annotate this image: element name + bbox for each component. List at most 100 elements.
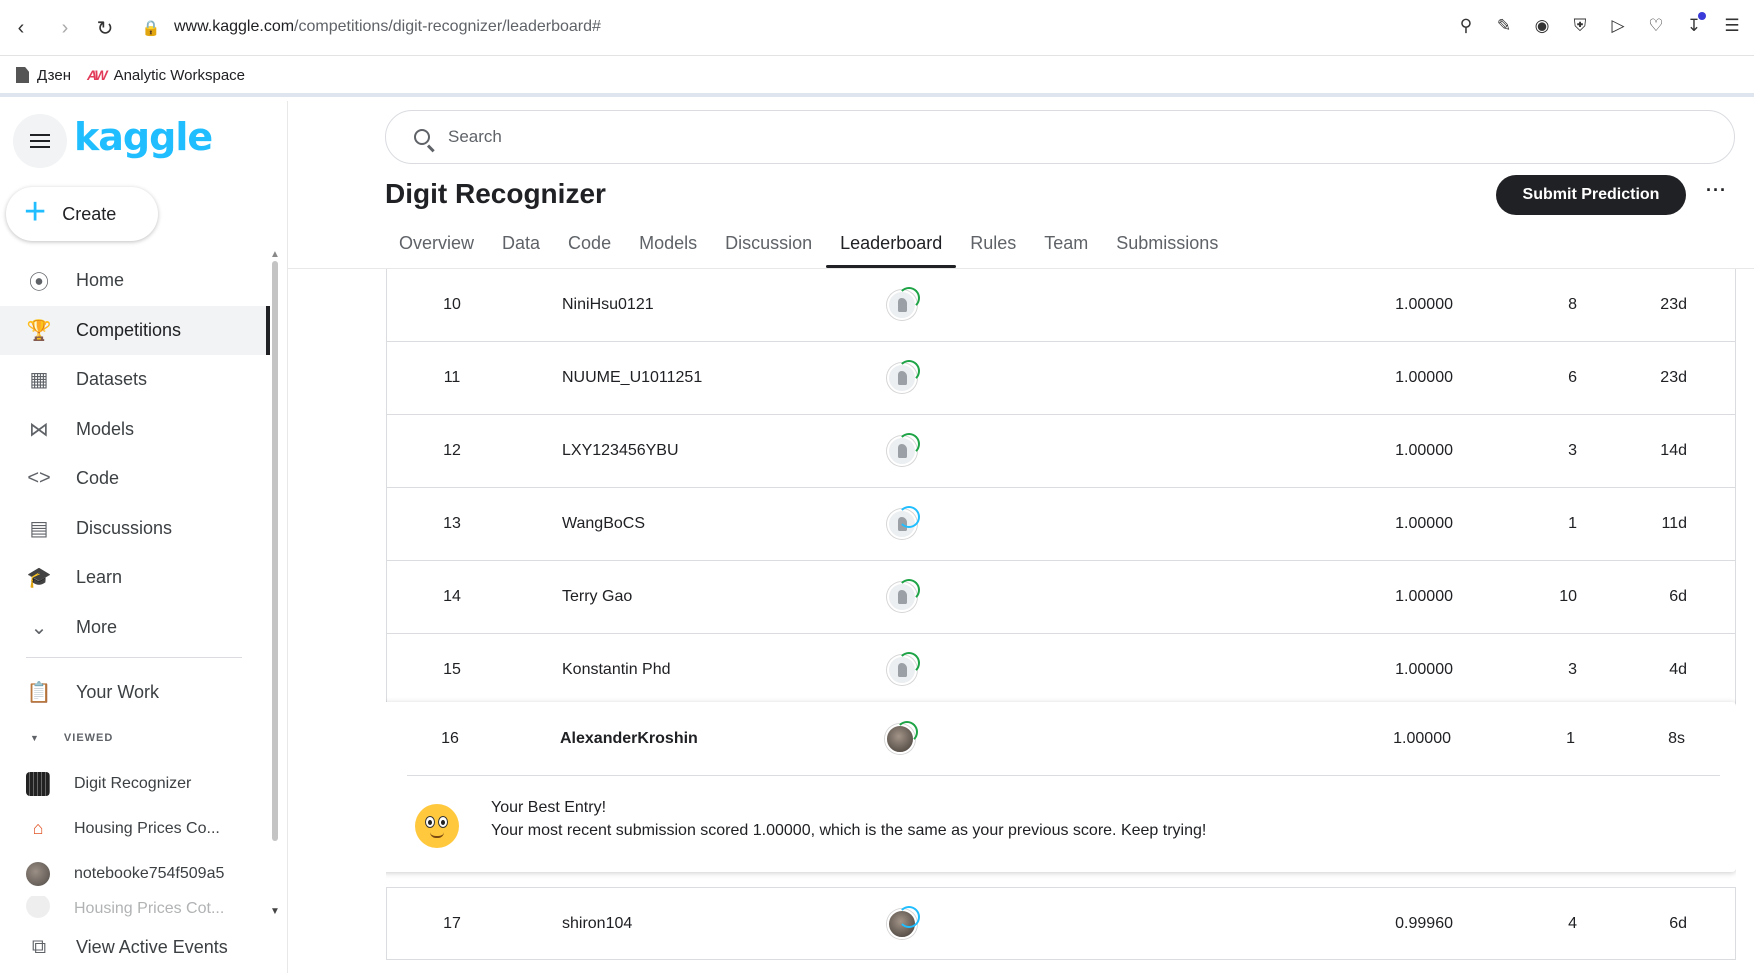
tab-submissions[interactable]: Submissions <box>1102 226 1232 268</box>
scroll-down-icon[interactable]: ▼ <box>270 906 280 917</box>
sidebar-item-more[interactable]: ⌄ More <box>0 603 270 653</box>
camera-icon[interactable]: ◉ <box>1530 14 1554 38</box>
viewed-section-toggle[interactable]: ▼ VIEWED <box>30 732 113 744</box>
score-cell: 1.00000 <box>1395 588 1453 605</box>
divider <box>407 775 1720 776</box>
entries-cell: 8 <box>1568 296 1577 313</box>
sidebar-item-learn[interactable]: 🎓 Learn <box>0 553 270 603</box>
avatar <box>26 896 50 918</box>
viewed-item[interactable]: Housing Prices Cot... <box>0 896 270 918</box>
rank-cell: 15 <box>443 661 461 678</box>
trophy-icon: 🏆 <box>26 319 52 342</box>
viewed-item[interactable]: ⌂ Housing Prices Co... <box>0 806 270 851</box>
download-icon[interactable]: ↧ <box>1682 12 1706 38</box>
avatar[interactable] <box>887 360 920 393</box>
tab-code[interactable]: Code <box>554 226 625 268</box>
sidebar-item-competitions[interactable]: 🏆 Competitions <box>0 305 270 355</box>
avatar[interactable] <box>887 506 920 539</box>
table-row[interactable]: 10 NiniHsu0121 1.00000 8 23d <box>386 269 1736 342</box>
page-title: Digit Recognizer <box>385 178 606 209</box>
tab-models[interactable]: Models <box>625 226 711 268</box>
table-row[interactable]: 11 NUUME_U1011251 1.00000 6 23d <box>386 342 1736 415</box>
view-active-events-button[interactable]: ⧉ View Active Events <box>0 922 270 972</box>
avatar[interactable] <box>887 905 920 939</box>
avatar[interactable] <box>887 652 920 685</box>
tab-rules[interactable]: Rules <box>956 226 1030 268</box>
sidebar-scrollbar[interactable] <box>272 261 278 841</box>
team-name-cell[interactable]: Terry Gao <box>562 561 632 633</box>
edit-icon[interactable]: ✎ <box>1492 14 1516 38</box>
rank-cell: 11 <box>443 369 461 386</box>
viewed-item[interactable]: Digit Recognizer <box>0 761 270 806</box>
entries-cell: 3 <box>1568 661 1577 678</box>
score-cell: 1.00000 <box>1395 661 1453 678</box>
my-entry-card: 16 AlexanderKroshin 1.00000 1 8s Your Be… <box>386 702 1736 872</box>
search-bar[interactable]: Search <box>385 110 1735 164</box>
sidebar-item-home[interactable]: ⦿ Home <box>0 256 270 306</box>
shield-icon[interactable]: ⛨ <box>1568 14 1592 38</box>
team-name-cell[interactable]: Konstantin Phd <box>562 634 671 706</box>
avatar[interactable] <box>887 579 920 612</box>
team-name-cell[interactable]: AlexanderKroshin <box>560 702 698 775</box>
avatar[interactable] <box>885 720 918 754</box>
create-button[interactable]: + Create <box>6 187 158 241</box>
search-input[interactable]: Search <box>448 127 502 147</box>
sidebar-item-your-work[interactable]: 📋 Your Work <box>0 667 270 717</box>
score-cell: 1.00000 <box>1395 296 1453 313</box>
sidebar-nav: ⦿ Home 🏆 Competitions ▦ Datasets ⋈ Models <>… <box>0 256 270 652</box>
entries-cell: 4 <box>1568 914 1577 932</box>
sidebar-item-code[interactable]: <> Code <box>0 454 270 504</box>
team-name-cell[interactable]: WangBoCS <box>562 488 645 560</box>
reload-icon[interactable]: ↻ <box>90 13 120 43</box>
rank-cell: 16 <box>441 729 459 747</box>
send-icon[interactable]: ▷ <box>1606 14 1630 38</box>
menu-icon[interactable]: ☰ <box>1720 14 1744 38</box>
comment-icon: ▤ <box>29 517 49 540</box>
sidebar-item-datasets[interactable]: ▦ Datasets <box>0 355 270 405</box>
rank-cell: 17 <box>443 914 461 932</box>
sidebar-item-models[interactable]: ⋈ Models <box>0 405 270 455</box>
viewed-item[interactable]: notebooke754f509a5 <box>0 851 270 896</box>
tab-leaderboard[interactable]: Leaderboard <box>826 226 957 268</box>
team-name-cell[interactable]: NiniHsu0121 <box>562 269 654 341</box>
score-cell: 1.00000 <box>1395 515 1453 532</box>
table-row[interactable]: 17 shiron104 0.99960 4 6d <box>386 887 1736 960</box>
back-icon[interactable]: ‹ <box>6 13 36 43</box>
sidebar-item-discussions[interactable]: ▤ Discussions <box>0 504 270 554</box>
tab-team[interactable]: Team <box>1030 226 1102 268</box>
score-cell: 0.99960 <box>1395 914 1453 932</box>
last-submission-cell: 8s <box>1668 729 1685 747</box>
forward-icon[interactable]: › <box>50 13 80 43</box>
smiley-icon <box>415 804 459 848</box>
avatar[interactable] <box>887 287 920 320</box>
rank-cell: 14 <box>443 588 461 605</box>
table-row[interactable]: 15 Konstantin Phd 1.00000 3 4d <box>386 634 1736 707</box>
kaggle-logo[interactable]: kaggle <box>74 115 213 159</box>
table-row-mine[interactable]: 16 AlexanderKroshin 1.00000 1 8s <box>392 702 1736 775</box>
bookmark-dzen[interactable]: Дзен <box>16 67 71 84</box>
last-submission-cell: 11d <box>1661 515 1687 532</box>
submit-prediction-button[interactable]: Submit Prediction <box>1496 175 1686 215</box>
bookmark-analytic-workspace[interactable]: AW Analytic Workspace <box>87 67 245 84</box>
more-options-icon[interactable]: ··· <box>1706 180 1727 201</box>
table-row[interactable]: 13 WangBoCS 1.00000 1 11d <box>386 488 1736 561</box>
table-row[interactable]: 12 LXY123456YBU 1.00000 3 14d <box>386 415 1736 488</box>
last-submission-cell: 14d <box>1660 442 1687 459</box>
avatar[interactable] <box>887 433 920 466</box>
hamburger-menu-icon[interactable] <box>13 114 67 168</box>
last-submission-cell: 23d <box>1660 296 1687 313</box>
search-page-icon[interactable]: ⚲ <box>1454 14 1478 38</box>
school-icon: 🎓 <box>26 567 52 590</box>
address-bar[interactable]: www.kaggle.com/competitions/digit-recogn… <box>174 18 601 36</box>
tab-overview[interactable]: Overview <box>385 226 488 268</box>
tab-data[interactable]: Data <box>488 226 554 268</box>
tab-discussion[interactable]: Discussion <box>711 226 826 268</box>
team-name-cell[interactable]: shiron104 <box>562 888 632 959</box>
rank-cell: 13 <box>443 515 461 532</box>
scroll-up-icon[interactable]: ▲ <box>270 249 280 260</box>
competition-tabs: Overview Data Code Models Discussion Lea… <box>385 226 1232 268</box>
heart-icon[interactable]: ♡ <box>1644 14 1668 38</box>
team-name-cell[interactable]: NUUME_U1011251 <box>562 342 702 414</box>
team-name-cell[interactable]: LXY123456YBU <box>562 415 679 487</box>
table-row[interactable]: 14 Terry Gao 1.00000 10 6d <box>386 561 1736 634</box>
